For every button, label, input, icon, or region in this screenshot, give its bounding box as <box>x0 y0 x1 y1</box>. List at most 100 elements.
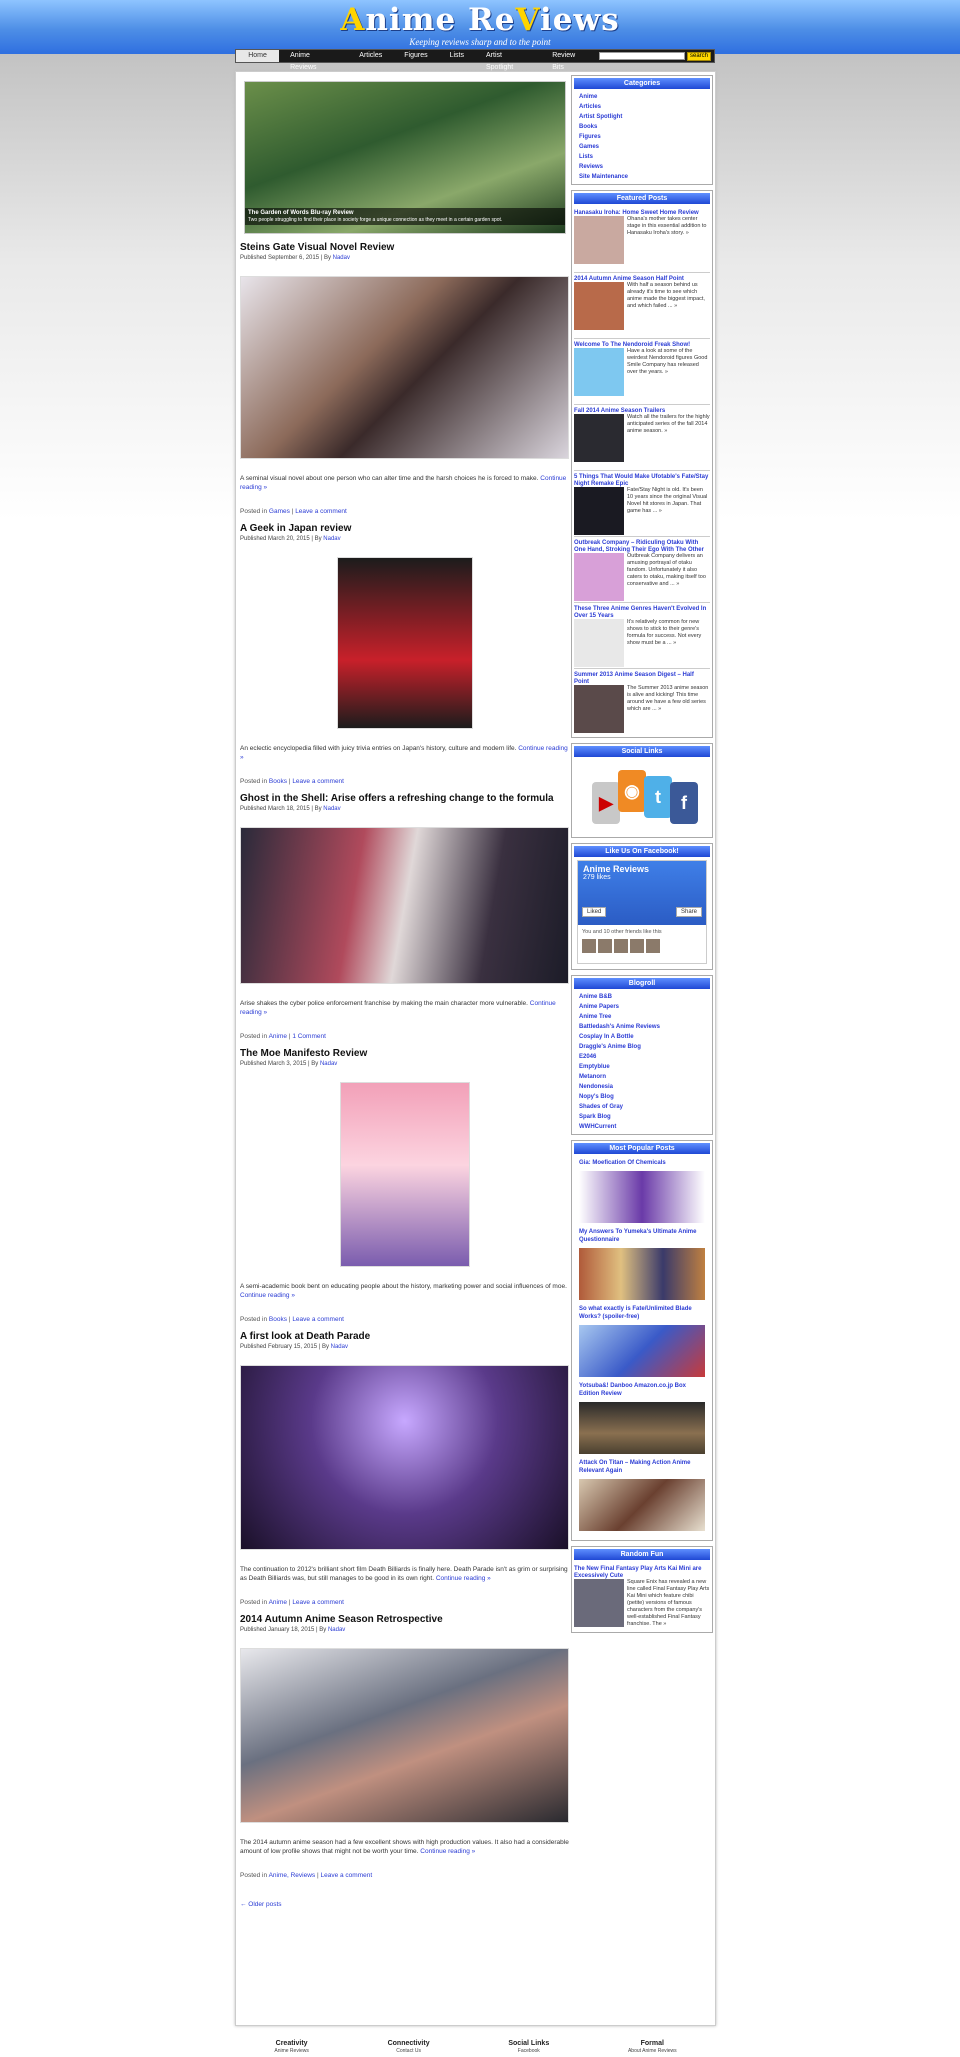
comment-link[interactable]: 1 Comment <box>292 1033 326 1040</box>
category-link[interactable]: Games <box>579 144 599 150</box>
blogroll-link[interactable]: E2046 <box>579 1054 596 1060</box>
post-title[interactable]: A first look at Death Parade <box>240 1331 569 1342</box>
popular-post-title[interactable]: My Answers To Yumeka's Ultimate Anime Qu… <box>579 1229 696 1243</box>
popular-post-image[interactable] <box>579 1325 705 1377</box>
nav-item-artist-spotlight[interactable]: Artist Spotlight <box>475 50 541 71</box>
author-link[interactable]: Nadav <box>320 1061 337 1067</box>
avatar[interactable] <box>614 939 628 953</box>
featured-thumbnail[interactable] <box>574 553 624 601</box>
popular-post-title[interactable]: Yotsuba&! Danboo Amazon.co.jp Box Editio… <box>579 1383 686 1397</box>
featured-title[interactable]: 5 Things That Would Make Ufotable's Fate… <box>574 474 708 487</box>
post-title[interactable]: Steins Gate Visual Novel Review <box>240 242 569 253</box>
blogroll-link[interactable]: Nendonesia <box>579 1084 613 1090</box>
featured-title[interactable]: These Three Anime Genres Haven't Evolved… <box>574 606 706 619</box>
post-image[interactable] <box>240 827 569 984</box>
author-link[interactable]: Nadav <box>323 806 340 812</box>
search-input[interactable] <box>598 52 685 60</box>
nav-item-anime-reviews[interactable]: Anime Reviews <box>279 50 348 71</box>
continue-reading-link[interactable]: Continue reading » <box>436 1575 491 1582</box>
comment-link[interactable]: Leave a comment <box>295 508 347 515</box>
popular-post-title[interactable]: So what exactly is Fate/Unlimited Blade … <box>579 1306 692 1320</box>
blogroll-link[interactable]: WWHCurrent <box>579 1124 616 1130</box>
facebook-icon[interactable]: f <box>670 782 698 824</box>
post-title[interactable]: The Moe Manifesto Review <box>240 1048 569 1059</box>
random-title[interactable]: The New Final Fantasy Play Arts Kai Mini… <box>574 1566 701 1579</box>
search-button[interactable]: search <box>686 51 711 61</box>
blogroll-link[interactable]: Anime Papers <box>579 1004 619 1010</box>
featured-slider[interactable]: The Garden of Words Blu-ray Review Two pe… <box>244 81 566 234</box>
footer-link[interactable]: About Anime Reviews <box>628 2048 677 2054</box>
blogroll-link[interactable]: Emptyblue <box>579 1064 610 1070</box>
footer-link[interactable]: Anime Reviews <box>274 2048 308 2054</box>
older-posts-link[interactable]: ← Older posts <box>240 1901 569 1908</box>
nav-item-articles[interactable]: Articles <box>348 50 393 62</box>
popular-post-title[interactable]: Gia: Moefication Of Chemicals <box>579 1160 666 1166</box>
category-link[interactable]: Games <box>269 508 290 515</box>
category-link[interactable]: Reviews <box>579 164 603 170</box>
author-link[interactable]: Nadav <box>328 1627 345 1633</box>
featured-thumbnail[interactable] <box>574 685 624 733</box>
blogroll-link[interactable]: Nopy's Blog <box>579 1094 614 1100</box>
blogroll-link[interactable]: Anime B&B <box>579 994 612 1000</box>
continue-reading-link[interactable]: Continue reading » <box>240 1292 295 1299</box>
youtube-icon[interactable]: ▶ <box>592 782 620 824</box>
avatar[interactable] <box>582 939 596 953</box>
popular-post-title[interactable]: Attack On Titan – Making Action Anime Re… <box>579 1460 690 1474</box>
post-image[interactable] <box>240 1648 569 1823</box>
comment-link[interactable]: Leave a comment <box>292 778 344 785</box>
avatar[interactable] <box>646 939 660 953</box>
category-link[interactable]: Books <box>269 778 287 785</box>
blogroll-link[interactable]: Metanorn <box>579 1074 606 1080</box>
category-link[interactable]: Articles <box>579 104 601 110</box>
comment-link[interactable]: Leave a comment <box>292 1599 344 1606</box>
nav-item-figures[interactable]: Figures <box>393 50 438 62</box>
blogroll-link[interactable]: Anime Tree <box>579 1014 611 1020</box>
blogroll-link[interactable]: Shades of Gray <box>579 1104 623 1110</box>
facebook-page-plugin[interactable]: Anime Reviews 279 likes Liked Share You an… <box>577 860 707 964</box>
category-link[interactable]: Figures <box>579 134 601 140</box>
fb-like-button[interactable]: Liked <box>582 907 607 917</box>
category-link[interactable]: Anime <box>269 1033 287 1040</box>
fb-share-button[interactable]: Share <box>675 907 702 917</box>
category-link[interactable]: Anime, Reviews <box>269 1872 316 1879</box>
post-image[interactable] <box>240 276 569 459</box>
fb-page-name[interactable]: Anime Reviews <box>583 864 649 874</box>
featured-thumbnail[interactable] <box>574 216 624 264</box>
category-link[interactable]: Anime <box>579 94 597 100</box>
featured-thumbnail[interactable] <box>574 487 624 535</box>
author-link[interactable]: Nadav <box>333 255 350 261</box>
popular-post-image[interactable] <box>579 1402 705 1454</box>
category-link[interactable]: Books <box>579 124 597 130</box>
nav-item-home[interactable]: Home <box>236 50 280 62</box>
category-link[interactable]: Site Maintenance <box>579 174 628 180</box>
author-link[interactable]: Nadav <box>323 536 340 542</box>
avatar[interactable] <box>630 939 644 953</box>
featured-title[interactable]: Summer 2013 Anime Season Digest – Half P… <box>574 672 694 685</box>
avatar[interactable] <box>598 939 612 953</box>
continue-reading-link[interactable]: Continue reading » <box>420 1848 475 1855</box>
featured-thumbnail[interactable] <box>574 282 624 330</box>
blogroll-link[interactable]: Cosplay In A Bottle <box>579 1034 634 1040</box>
popular-post-image[interactable] <box>579 1171 705 1223</box>
footer-link[interactable]: Contact Us <box>396 2048 421 2054</box>
post-title[interactable]: A Geek in Japan review <box>240 523 569 534</box>
comment-link[interactable]: Leave a comment <box>292 1316 344 1323</box>
rss-icon[interactable]: ◉ <box>618 770 646 812</box>
category-link[interactable]: Artist Spotlight <box>579 114 622 120</box>
site-logo[interactable]: Anime ReViews <box>0 2 960 38</box>
category-link[interactable]: Books <box>269 1316 287 1323</box>
blogroll-link[interactable]: Battledash's Anime Reviews <box>579 1024 660 1030</box>
nav-item-review-bits[interactable]: Review Bits <box>541 50 599 71</box>
post-image[interactable] <box>336 557 473 729</box>
comment-link[interactable]: Leave a comment <box>320 1872 372 1879</box>
blogroll-link[interactable]: Draggle's Anime Blog <box>579 1044 641 1050</box>
popular-post-image[interactable] <box>579 1479 705 1531</box>
category-link[interactable]: Lists <box>579 154 593 160</box>
blogroll-link[interactable]: Spark Blog <box>579 1114 611 1120</box>
footer-link[interactable]: Facebook <box>518 2048 540 2054</box>
featured-thumbnail[interactable] <box>574 619 624 667</box>
featured-thumbnail[interactable] <box>574 348 624 396</box>
post-title[interactable]: Ghost in the Shell: Arise offers a refre… <box>240 793 569 804</box>
nav-item-lists[interactable]: Lists <box>439 50 475 62</box>
category-link[interactable]: Anime <box>269 1599 287 1606</box>
